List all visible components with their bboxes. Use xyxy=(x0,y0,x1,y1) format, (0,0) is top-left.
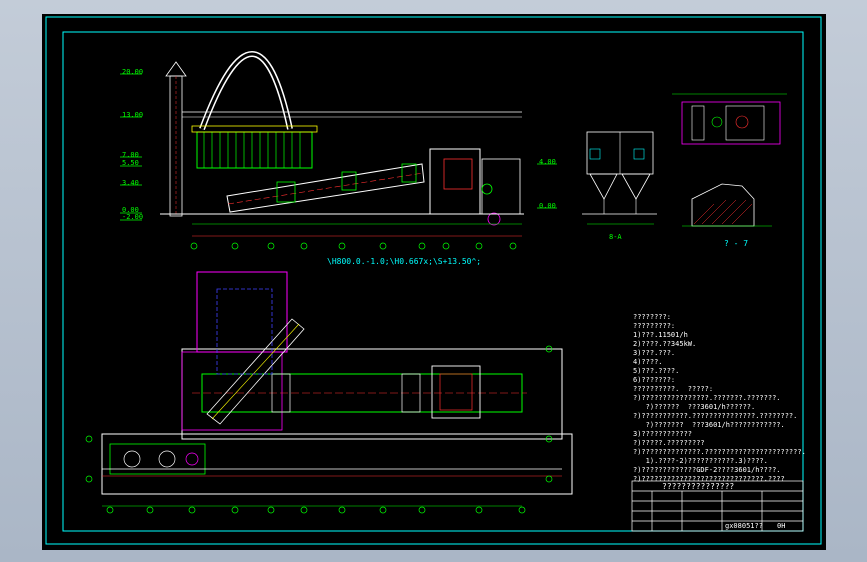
level-label: -2.00 xyxy=(122,213,144,221)
note-line: 1)???.11501/h xyxy=(633,331,688,339)
note-line: 2)????.??345kW. xyxy=(633,340,697,348)
note-line: 4)????. xyxy=(633,358,663,366)
note-line: ????????: xyxy=(633,313,671,321)
title-block-title: ??????????????? xyxy=(662,482,735,491)
level-label: 4.00 xyxy=(539,158,556,166)
side-view xyxy=(582,131,657,225)
note-line: 3)???.???. xyxy=(633,349,676,357)
note-line: ?)??????? ???3601/h????????????. xyxy=(633,421,785,429)
note-line: ??????????. ?????: xyxy=(633,385,714,393)
level-label: 5.50 xyxy=(122,159,139,167)
level-label: 3.40 xyxy=(122,179,139,187)
section-view-label: ? - 7 xyxy=(724,239,749,248)
note-line: 6)???????: xyxy=(633,376,676,384)
level-label: 7.00 xyxy=(122,151,139,159)
note-line: 1).????-2)???????????.3)????. xyxy=(633,457,768,465)
cad-viewport[interactable]: 20.00 13.00 7.00 5.50 3.40 0.00 -2.00 4.… xyxy=(42,14,826,550)
level-label: 0.00 xyxy=(539,202,556,210)
note-line: ?????????: xyxy=(633,322,676,330)
note-line: ?)?????.????????? xyxy=(633,439,705,447)
scale-label: \H800.0.-1.0;\H0.667x;\S+13.50^; xyxy=(327,257,482,266)
section-view xyxy=(682,183,772,227)
level-label: 13.00 xyxy=(122,111,144,119)
elevation-view xyxy=(120,50,557,250)
note-line: 5)???.????. xyxy=(633,367,680,375)
note-line: ?)?????????????GDF-2????3601/h????. xyxy=(633,466,781,474)
detail-plan xyxy=(672,93,787,145)
technical-notes: ????????: ?????????: 1)???.11501/h 2)???… xyxy=(633,314,813,483)
note-line: ?)?????? ???3601/h??????. xyxy=(633,403,756,411)
drawing-number: gx08051?? xyxy=(725,522,763,530)
sheet-number: 0H xyxy=(777,522,786,530)
level-label: 20.00 xyxy=(122,68,144,76)
note-line: ?)??????????????.???????????????????????… xyxy=(633,448,806,456)
plan-view xyxy=(85,271,573,514)
side-view-label: 8-A xyxy=(609,233,622,241)
note-line: ?)???????????.???????????????.????????. xyxy=(633,412,798,420)
note-line: ?)????????????????.???????.???????. xyxy=(633,394,781,402)
note-line: 3)???????????? xyxy=(633,430,693,438)
